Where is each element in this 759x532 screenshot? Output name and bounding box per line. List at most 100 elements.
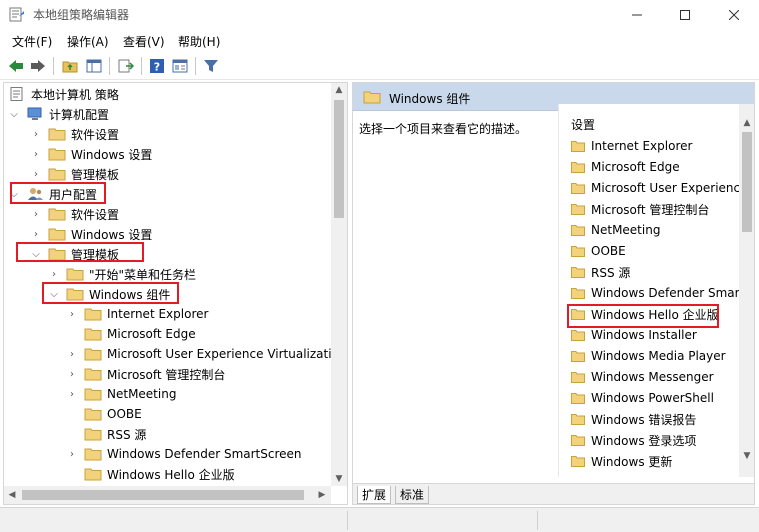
tree-item-label: OOBE — [107, 407, 142, 421]
scroll-up-icon[interactable]: ▲ — [331, 83, 347, 97]
show-hide-tree-button[interactable] — [84, 56, 104, 76]
folder-icon — [571, 267, 585, 278]
tree-item-component[interactable]: › Microsoft 管理控制台 — [66, 364, 225, 384]
folder-icon — [571, 456, 585, 467]
list-item-label: Windows 更新 — [591, 454, 673, 469]
export-list-button[interactable] — [116, 56, 136, 76]
tree-item-root[interactable]: 本地计算机 策略 — [8, 84, 119, 104]
forward-button[interactable] — [28, 56, 48, 76]
scrollbar-thumb[interactable] — [22, 490, 304, 500]
list-item[interactable]: NetMeeting — [571, 220, 660, 240]
computer-icon — [27, 107, 42, 120]
menu-action[interactable]: 操作(A) — [67, 33, 109, 50]
list-item[interactable]: Windows PowerShell — [571, 388, 714, 408]
list-item[interactable]: Microsoft Edge — [571, 157, 680, 177]
tree-item-computer-config[interactable]: ⌵ 计算机配置 — [8, 104, 109, 124]
details-header-title: Windows 组件 — [389, 92, 471, 106]
tree-vertical-scrollbar[interactable]: ▲ ▼ — [331, 83, 347, 486]
list-item[interactable]: Microsoft 管理控制台 — [571, 199, 709, 219]
chevron-right-icon[interactable]: › — [30, 148, 42, 160]
folder-icon — [363, 91, 381, 104]
menu-help[interactable]: 帮助(H) — [178, 33, 220, 50]
tree-item-component[interactable]: › Microsoft User Experience Virtualizatic — [66, 344, 338, 364]
tree-item-component[interactable]: Microsoft Edge — [66, 324, 196, 344]
back-button[interactable] — [6, 56, 26, 76]
up-folder-icon — [62, 61, 78, 73]
tree-item-uc-windows[interactable]: › Windows 设置 — [30, 224, 152, 244]
scroll-down-icon[interactable]: ▼ — [739, 449, 754, 463]
tree-horizontal-scrollbar[interactable]: ◀ ▶ — [4, 486, 331, 504]
properties-button[interactable] — [170, 56, 190, 76]
list-item[interactable]: Microsoft User Experience — [571, 178, 748, 198]
chevron-right-icon[interactable]: › — [48, 268, 60, 280]
chevron-right-icon[interactable]: › — [66, 308, 78, 320]
tree-item-component[interactable]: Windows Hello 企业版 — [66, 464, 235, 484]
description-text: 选择一个项目来查看它的描述。 — [359, 122, 528, 136]
list-item[interactable]: RSS 源 — [571, 262, 630, 282]
menu-view[interactable]: 查看(V) — [123, 33, 165, 50]
tree-item-component[interactable]: › Windows Defender SmartScreen — [66, 444, 302, 464]
scrollbar-thumb[interactable] — [742, 132, 752, 232]
close-button[interactable] — [711, 0, 757, 30]
chevron-right-icon[interactable]: › — [66, 388, 78, 400]
list-item[interactable]: Windows 错误报告 — [571, 409, 696, 429]
tree-item-label: 管理模板 — [71, 167, 120, 182]
scrollbar-thumb[interactable] — [334, 100, 344, 218]
up-folder-button[interactable] — [60, 56, 80, 76]
list-item[interactable]: Windows Messenger — [571, 367, 714, 387]
minimize-button[interactable] — [614, 0, 660, 30]
list-item-label: Windows Media Player — [591, 349, 726, 363]
tab-extended[interactable]: 扩展 — [357, 486, 392, 504]
tab-standard[interactable]: 标准 — [395, 486, 430, 504]
tree-item-label: NetMeeting — [107, 387, 177, 401]
tree-item-component[interactable]: RSS 源 — [66, 424, 146, 444]
list-vertical-scrollbar[interactable]: ▲ ▼ — [739, 104, 754, 477]
filter-button[interactable] — [201, 56, 221, 76]
chevron-right-icon[interactable]: › — [30, 228, 42, 240]
tree-item-component[interactable]: › NetMeeting — [66, 384, 176, 404]
svg-text:?: ? — [154, 61, 160, 74]
folder-icon — [571, 246, 585, 257]
chevron-right-icon[interactable]: › — [30, 168, 42, 180]
folder-icon — [84, 448, 102, 461]
folder-icon — [571, 225, 585, 236]
highlight-box-admin-templates — [16, 242, 144, 262]
tree-item-component[interactable]: › Internet Explorer — [66, 304, 208, 324]
list-item[interactable]: Windows Installer — [571, 325, 697, 345]
list-item-label: Microsoft Edge — [591, 160, 680, 174]
scroll-up-icon[interactable]: ▲ — [739, 116, 754, 130]
column-header-settings[interactable]: 设置 — [571, 116, 595, 133]
tree-item-cc-windows[interactable]: › Windows 设置 — [30, 144, 152, 164]
folder-icon — [66, 268, 84, 281]
maximize-button[interactable] — [662, 0, 708, 30]
chevron-right-icon[interactable]: › — [30, 208, 42, 220]
list-item[interactable]: Windows 更新 — [571, 451, 672, 471]
details-pane: Windows 组件 选择一个项目来查看它的描述。 设置 Internet Ex… — [352, 82, 755, 505]
tree-item-uc-software[interactable]: › 软件设置 — [30, 204, 119, 224]
chevron-right-icon[interactable]: › — [66, 368, 78, 380]
scroll-right-icon[interactable]: ▶ — [314, 486, 330, 504]
folder-icon — [571, 288, 585, 299]
menu-file[interactable]: 文件(F) — [12, 33, 52, 50]
tree-item-cc-admin[interactable]: › 管理模板 — [30, 164, 119, 184]
scroll-left-icon[interactable]: ◀ — [4, 486, 20, 504]
list-item[interactable]: Internet Explorer — [571, 136, 692, 156]
tree-item-label: Microsoft 管理控制台 — [107, 367, 226, 382]
folder-icon — [571, 183, 585, 194]
list-item[interactable]: OOBE — [571, 241, 626, 261]
scroll-down-icon[interactable]: ▼ — [331, 472, 347, 486]
tree-item-start-menu[interactable]: › "开始"菜单和任务栏 — [48, 264, 196, 284]
tree-item-component[interactable]: OOBE — [66, 404, 142, 424]
list-item[interactable]: Windows 登录选项 — [571, 430, 696, 450]
chevron-down-icon[interactable]: ⌵ — [8, 108, 20, 120]
list-item[interactable]: Windows Defender Smart — [571, 283, 744, 303]
list-item[interactable]: Windows Media Player — [571, 346, 726, 366]
help-button[interactable]: ? — [147, 56, 167, 76]
chevron-right-icon[interactable]: › — [66, 348, 78, 360]
folder-icon — [571, 330, 585, 341]
chevron-right-icon[interactable]: › — [66, 448, 78, 460]
tree-item-cc-software[interactable]: › 软件设置 — [30, 124, 119, 144]
folder-icon — [48, 148, 66, 161]
chevron-right-icon[interactable]: › — [30, 128, 42, 140]
